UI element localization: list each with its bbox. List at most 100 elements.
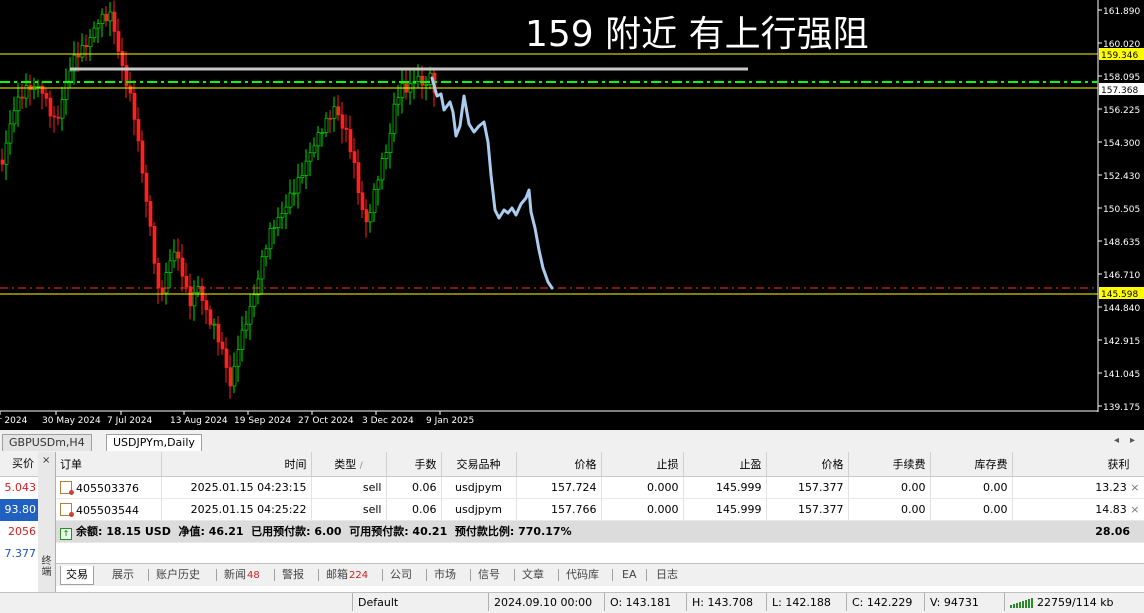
date-tick-label: 7 Jul 2024 (107, 416, 152, 426)
chart-canvas[interactable]: 159 附近 有上行强阻 161.890160.020158.095156.22… (0, 0, 1144, 430)
col-header-commission[interactable]: 手续费 (848, 452, 931, 477)
col-header-open-price[interactable]: 价格 (516, 452, 602, 477)
candle-body (136, 119, 141, 142)
market-watch-value[interactable]: 93.80 (0, 499, 38, 521)
candle-body (224, 348, 229, 368)
candle-body (296, 177, 301, 194)
table-row[interactable]: 405503376 2025.01.15 04:23:15 sell 0.06 … (56, 476, 1144, 499)
candle-body (92, 27, 97, 39)
date-tick-label: 19 Sep 2024 (234, 416, 291, 426)
tab-journal[interactable]: 日志 (656, 566, 678, 584)
col-header-price[interactable]: 价格 (766, 452, 849, 477)
candle-body (60, 99, 65, 119)
tab-separator (558, 569, 559, 581)
tab-account-history[interactable]: 账户历史 (156, 566, 200, 584)
tab-experts[interactable]: EA (622, 566, 636, 584)
order-tp[interactable]: 145.999 (683, 498, 767, 521)
mail-count-badge: 224 (349, 570, 369, 581)
order-sl[interactable]: 0.000 (601, 476, 684, 499)
order-symbol: usdjpym (441, 476, 517, 499)
tab-separator (514, 569, 515, 581)
candle-body (56, 116, 61, 119)
candle-body (80, 45, 85, 58)
candle-body (424, 84, 429, 86)
sort-indicator-icon: / (359, 461, 363, 471)
col-header-time[interactable]: 时间 (161, 452, 312, 477)
sell-order-icon (60, 480, 74, 495)
candle-body (36, 85, 41, 88)
tab-company[interactable]: 公司 (390, 566, 412, 584)
order-type: sell (311, 498, 387, 521)
candle-body (292, 192, 297, 195)
account-summary-row: ↑ 余额: 18.15 USD 净值: 46.21 已用预付款: 6.00 可用预… (56, 520, 1144, 543)
close-icon[interactable]: × (42, 455, 50, 466)
market-watch-value[interactable]: 5.043 (0, 477, 38, 499)
price-marker-label: 145.598 (1101, 290, 1138, 300)
tab-scroll-left-icon[interactable]: ◂ (1114, 435, 1119, 446)
terminal-side-tab[interactable]: × 终端 (38, 452, 56, 592)
candle-body (288, 192, 293, 208)
price-tick-label: 150.505 (1103, 205, 1140, 215)
col-header-swap[interactable]: 库存费 (930, 452, 1013, 477)
terminal-tabs: 交易 展示 账户历史 新闻48 警报 邮箱224 公司 市场 信号 文章 代码库… (56, 563, 1144, 586)
order-price: 157.377 (766, 498, 849, 521)
order-tp[interactable]: 145.999 (683, 476, 767, 499)
candle-body (220, 341, 225, 350)
market-watch-value[interactable]: 2056 (0, 521, 38, 543)
tab-exposure[interactable]: 展示 (112, 566, 134, 584)
price-marker-label: 157.368 (1101, 86, 1138, 96)
tab-news[interactable]: 新闻48 (224, 566, 260, 584)
close-order-icon[interactable]: × (1130, 503, 1139, 516)
col-header-tp[interactable]: 止盈 (683, 452, 767, 477)
col-header-sl[interactable]: 止损 (601, 452, 684, 477)
candle-body (236, 349, 241, 367)
tab-alerts[interactable]: 警报 (282, 566, 304, 584)
tab-code-base[interactable]: 代码库 (566, 566, 599, 584)
status-divider (1004, 593, 1005, 611)
order-commission: 0.00 (848, 498, 931, 521)
table-row[interactable]: 405503544 2025.01.15 04:25:22 sell 0.06 … (56, 498, 1144, 521)
candle-body (380, 158, 385, 181)
tab-market[interactable]: 市场 (434, 566, 456, 584)
tab-articles[interactable]: 文章 (522, 566, 544, 584)
chart-tab-usdjpy[interactable]: USDJPYm,Daily (106, 434, 202, 451)
candle-body (4, 142, 9, 165)
candle-body (104, 13, 109, 22)
order-time: 2025.01.15 04:25:22 (161, 498, 312, 521)
candle-body (8, 123, 13, 144)
col-header-symbol[interactable]: 交易品种 (441, 452, 517, 477)
price-marker-label: 159.346 (1101, 51, 1138, 61)
candle-body (396, 97, 401, 105)
market-watch-strip: 买价 5.043 93.80 2056 7.377 (0, 452, 39, 592)
price-tick-label: 158.095 (1103, 73, 1140, 83)
tab-scroll-right-icon[interactable]: ▸ (1130, 435, 1135, 446)
candle-body (284, 206, 289, 214)
tab-signals[interactable]: 信号 (478, 566, 500, 584)
order-id: 405503544 (76, 503, 139, 517)
col-header-lots[interactable]: 手数 (386, 452, 442, 477)
tab-trade[interactable]: 交易 (60, 566, 94, 585)
order-swap: 0.00 (930, 498, 1013, 521)
market-watch-value[interactable]: 7.377 (0, 543, 38, 565)
order-symbol: usdjpym (441, 498, 517, 521)
col-header-type[interactable]: 类型 / (311, 452, 387, 477)
candle-body (148, 201, 153, 227)
candle-body (40, 85, 45, 94)
status-profile[interactable]: Default (352, 593, 398, 611)
candle-body (308, 152, 313, 162)
candle-body (64, 81, 69, 100)
close-order-icon[interactable]: × (1130, 481, 1139, 494)
status-high: H: 143.708 (686, 593, 753, 611)
col-header-profit[interactable]: 获利 (1012, 452, 1144, 477)
candle-body (52, 115, 57, 118)
tab-separator (470, 569, 471, 581)
price-chart[interactable]: 159 附近 有上行强阻 161.890 160.020 158.095 156.22… (0, 0, 1144, 430)
projection-drawing[interactable] (430, 76, 554, 290)
tab-mailbox[interactable]: 邮箱224 (326, 566, 368, 584)
order-sl[interactable]: 0.000 (601, 498, 684, 521)
price-tick-label: 152.430 (1103, 172, 1140, 182)
col-header-order[interactable]: 订单 (56, 452, 162, 477)
chart-tab-gbpusd[interactable]: GBPUSDm,H4 (2, 434, 92, 451)
candle-body (204, 300, 209, 311)
candle-body (88, 37, 93, 48)
